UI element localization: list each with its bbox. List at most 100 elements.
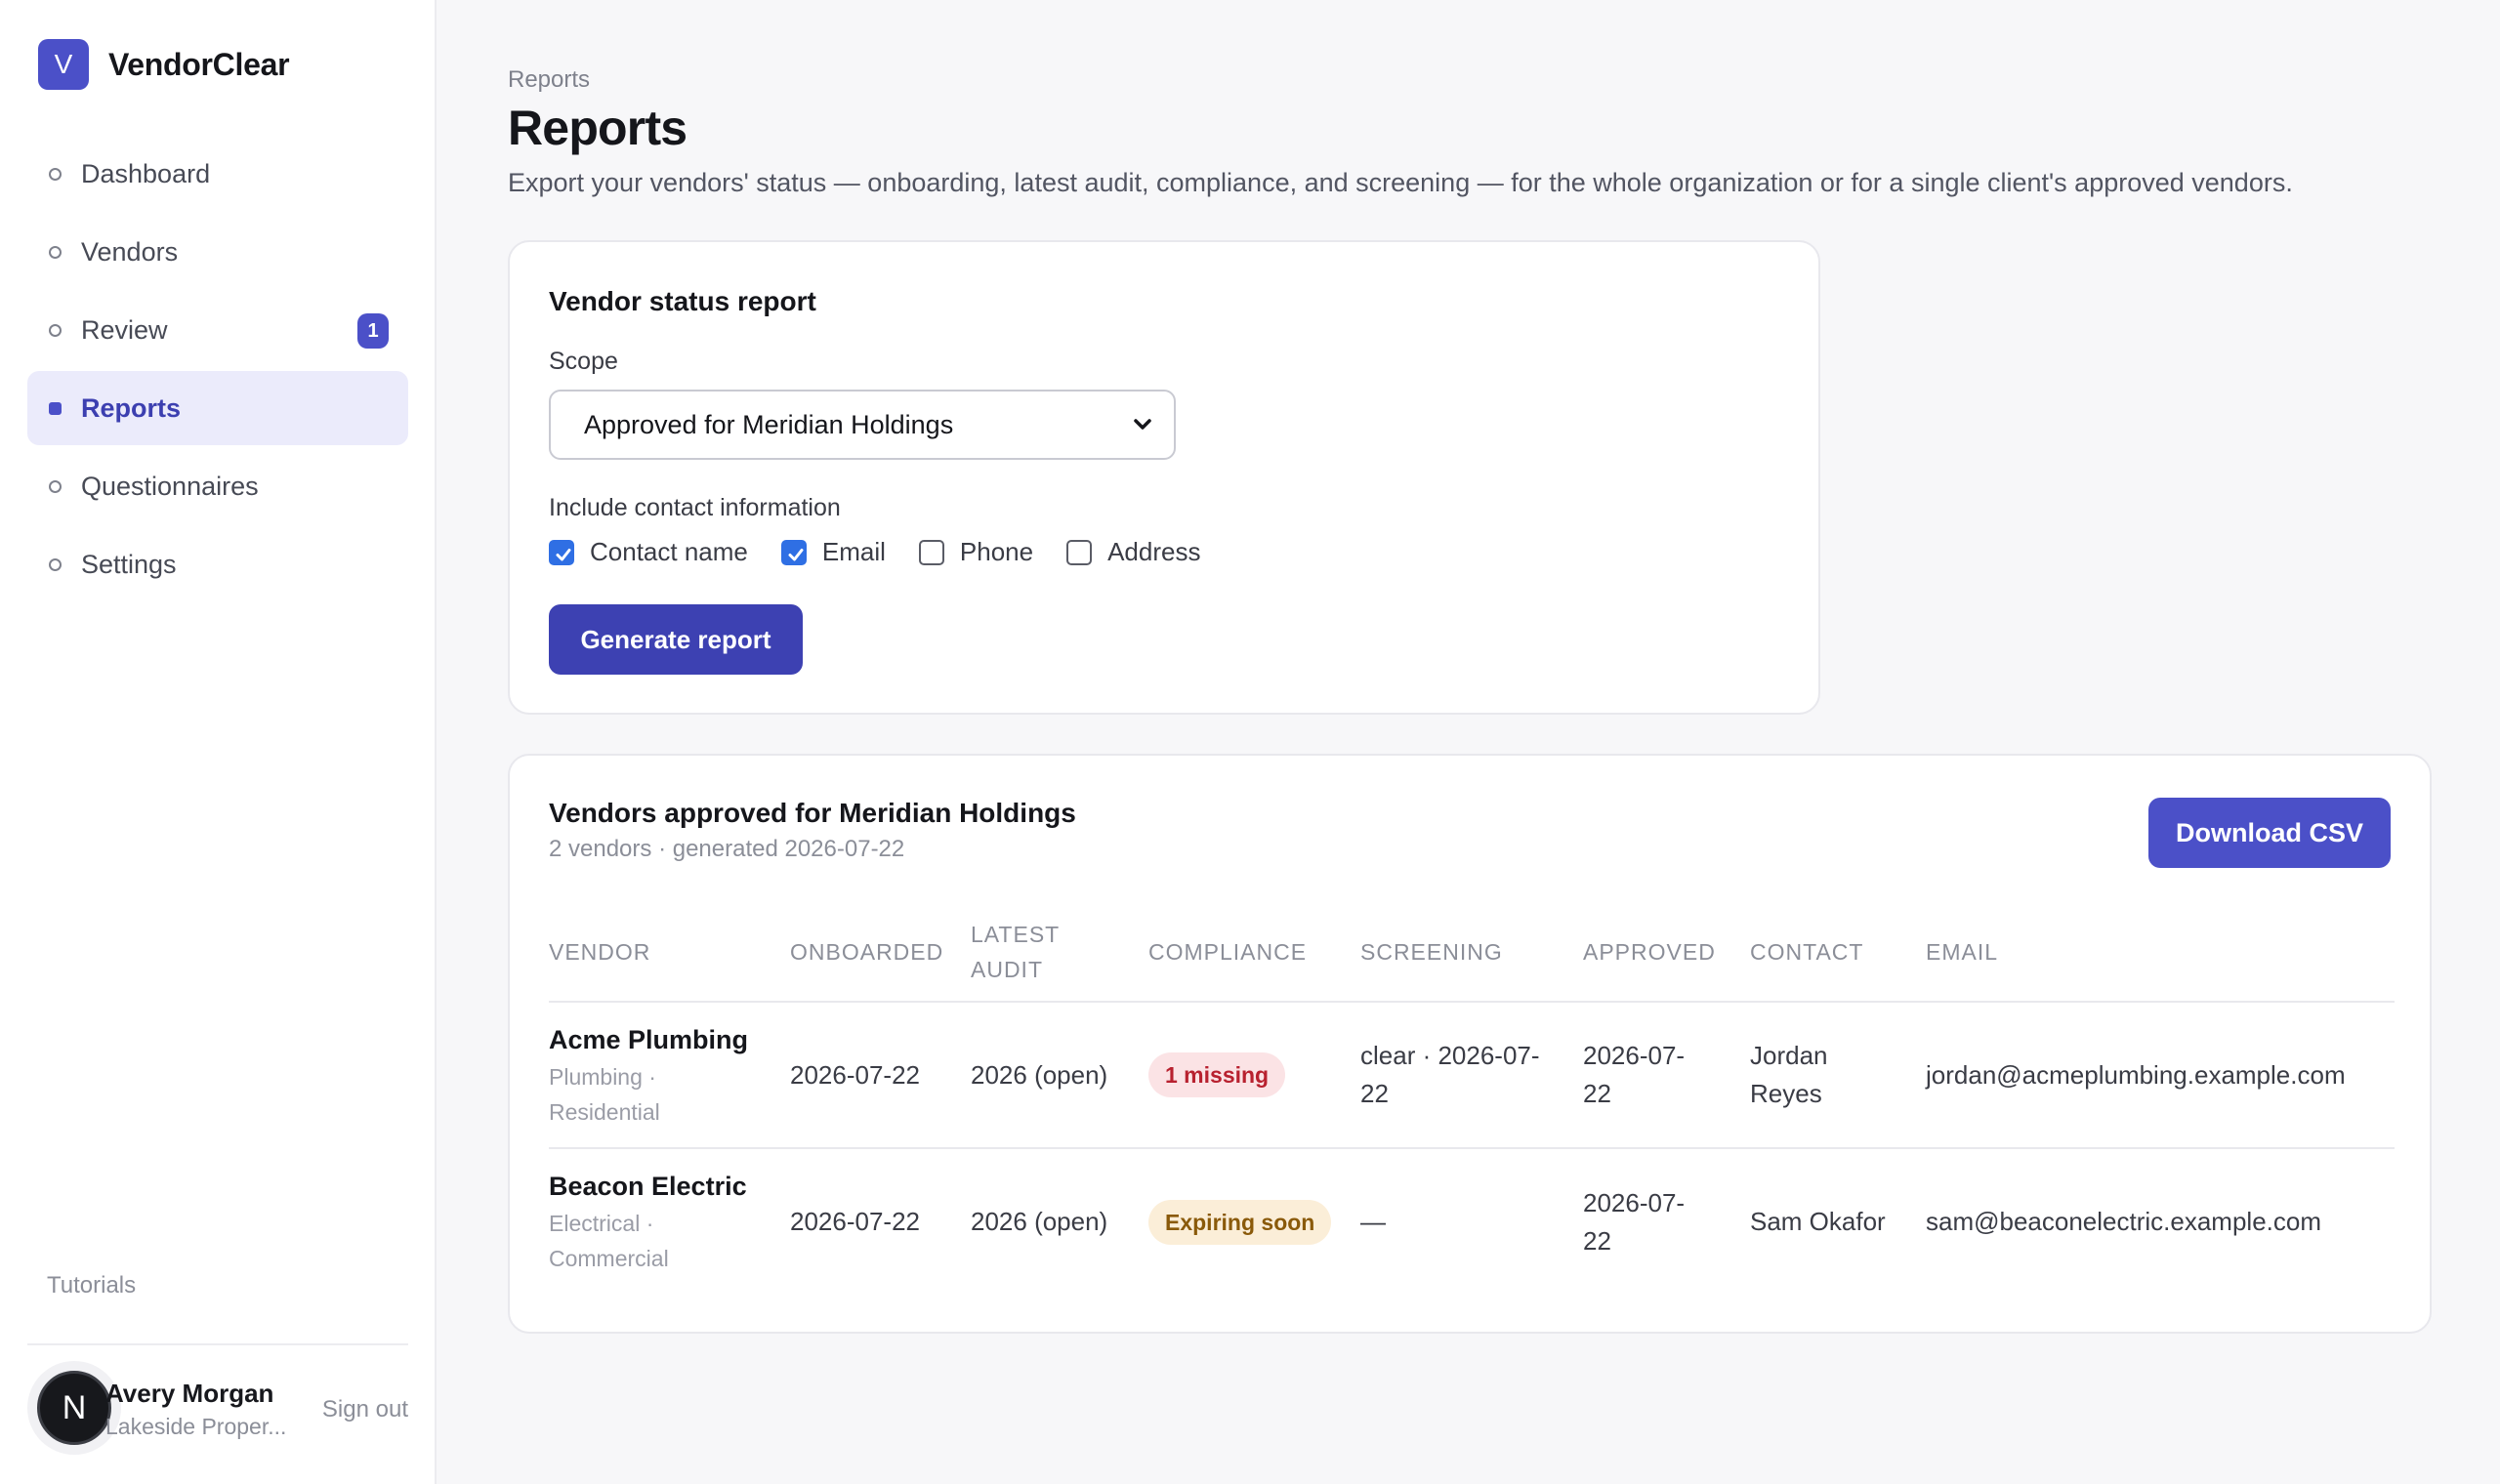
checkbox-address[interactable] (1066, 539, 1093, 565)
table-row: Acme Plumbing Plumbing · Residential 202… (549, 1002, 2395, 1149)
onboarded-cell: 2026-07-22 (790, 1002, 971, 1149)
sidebar-divider (27, 1343, 408, 1345)
generate-report-button[interactable]: Generate report (549, 604, 803, 675)
tutorials-link[interactable]: Tutorials (47, 1272, 136, 1299)
form-title: Vendor status report (549, 286, 816, 316)
checkbox-phone[interactable] (918, 539, 944, 565)
sidebar-item-label: Questionnaires (81, 471, 259, 501)
compliance-status-badge: Expiring soon (1148, 1199, 1332, 1245)
table-header-row: Vendor Onboarded Latest audit Compliance… (549, 902, 2395, 1003)
vendor-cell: Acme Plumbing Plumbing · Residential (549, 1002, 790, 1149)
sidebar-item-review[interactable]: Review 1 (27, 293, 408, 367)
results-title: Vendors approved for Meridian Holdings (549, 798, 1076, 828)
user-name: Avery Morgan (105, 1379, 274, 1408)
column-header-compliance: Compliance (1148, 902, 1360, 1003)
nav-dot-icon (49, 557, 62, 571)
nav-dot-icon (49, 245, 62, 259)
sidebar: V VendorClear Dashboard Vendors Review 1… (0, 0, 437, 1484)
email-cell: jordan@acmeplumbing.example.com (1926, 1002, 2395, 1149)
option-phone[interactable]: Phone (918, 537, 1034, 567)
option-contact-name[interactable]: Contact name (549, 537, 748, 567)
screening-value: — (1360, 1207, 1386, 1236)
column-header-approved: Approved (1583, 902, 1750, 1003)
sidebar-item-label: Vendors (81, 236, 179, 267)
sidebar-item-questionnaires[interactable]: Questionnaires (27, 449, 408, 523)
scope-label: Scope (549, 348, 618, 375)
option-email[interactable]: Email (780, 537, 886, 567)
nav-dot-icon (49, 167, 62, 181)
nav-dot-icon (49, 479, 62, 493)
brand-logo-icon: V (38, 39, 89, 90)
compliance-status-badge: 1 missing (1148, 1052, 1286, 1097)
page-subtitle: Export your vendors' status — onboarding… (508, 168, 2293, 197)
breadcrumb[interactable]: Reports (508, 66, 590, 94)
audit-cell: 2026 (open) (971, 1207, 1108, 1236)
sidebar-item-dashboard[interactable]: Dashboard (27, 137, 408, 211)
column-header-email: Email (1926, 902, 2395, 1003)
checkmark-icon (788, 548, 804, 560)
brand[interactable]: V VendorClear (38, 39, 290, 90)
column-header-onboarded: Onboarded (790, 902, 971, 1003)
column-header-screening: Screening (1360, 902, 1583, 1003)
contact-cell: Sam Okafor (1750, 1148, 1926, 1295)
option-address[interactable]: Address (1066, 537, 1200, 567)
sidebar-item-label: Dashboard (81, 158, 211, 188)
approved-cell: 2026-07-22 (1583, 1148, 1750, 1295)
checkmark-icon (556, 548, 571, 560)
sidebar-nav: Dashboard Vendors Review 1 Reports Quest… (27, 137, 408, 605)
vendor-cell: Beacon Electric Electrical · Commercial (549, 1148, 790, 1295)
audit-cell: 2026 (open) (971, 1002, 1148, 1149)
contact-info-label: Include contact information (549, 494, 841, 521)
scope-select[interactable]: Approved for Meridian Holdings (549, 390, 1176, 460)
onboarded-cell: 2026-07-22 (790, 1207, 920, 1236)
approved-value: 2026-07-22 (1583, 1187, 1686, 1256)
checkbox-contact-name[interactable] (549, 539, 574, 565)
results-meta: 2 vendors · generated 2026-07-22 (549, 836, 905, 862)
approved-cell: 2026-07-22 (1583, 1002, 1750, 1149)
brand-name: VendorClear (108, 46, 290, 82)
compliance-cell: Expiring soon (1148, 1148, 1360, 1295)
results-table: Vendor Onboarded Latest audit Compliance… (549, 902, 2395, 1295)
table-row: Beacon Electric Electrical · Commercial … (549, 1148, 2395, 1295)
sidebar-item-label: Review (81, 314, 168, 345)
contact-options: Contact name Email Phone Address (549, 537, 1233, 567)
screening-value: clear · 2026-07-22 (1360, 1041, 1540, 1108)
vendor-name[interactable]: Beacon Electric (549, 1168, 778, 1206)
avatar[interactable]: N (37, 1371, 111, 1445)
screening-cell: clear · 2026-07-22 (1360, 1002, 1583, 1149)
results-card: Vendors approved for Meridian Holdings 2… (508, 754, 2432, 1334)
email-cell: sam@beaconelectric.example.com (1926, 1207, 2322, 1236)
compliance-cell: 1 missing (1148, 1002, 1360, 1149)
sidebar-item-reports[interactable]: Reports (27, 371, 408, 445)
review-count-badge: 1 (357, 313, 389, 349)
report-form-card: Vendor status report Scope Approved for … (508, 240, 1820, 715)
user-panel: N Avery Morgan Lakeside Proper... Sign o… (27, 1357, 408, 1464)
sidebar-item-label: Settings (81, 549, 177, 579)
page-title: Reports (508, 101, 688, 155)
sidebar-item-settings[interactable]: Settings (27, 527, 408, 601)
sidebar-item-vendors[interactable]: Vendors (27, 215, 408, 289)
vendor-category: Electrical · Commercial (549, 1211, 669, 1271)
nav-dot-icon (49, 323, 62, 337)
nav-dot-icon (49, 401, 62, 415)
option-label: Contact name (590, 537, 748, 566)
sidebar-item-label: Reports (81, 392, 182, 423)
screening-cell: — (1360, 1148, 1583, 1295)
vendor-name[interactable]: Acme Plumbing (549, 1021, 778, 1059)
column-header-latest-audit: Latest audit (971, 902, 1148, 1003)
chevron-down-icon (1134, 419, 1151, 430)
sign-out-link[interactable]: Sign out (322, 1396, 408, 1423)
download-csv-button[interactable]: Download CSV (2148, 798, 2391, 868)
contact-value: Sam Okafor (1750, 1207, 1886, 1236)
option-label: Email (821, 537, 886, 566)
approved-value: 2026-07-22 (1583, 1041, 1686, 1108)
column-header-contact: Contact (1750, 902, 1926, 1003)
option-label: Phone (959, 537, 1034, 566)
contact-cell: Jordan Reyes (1750, 1002, 1926, 1149)
scope-select-value: Approved for Meridian Holdings (584, 409, 954, 439)
contact-value: Jordan Reyes (1750, 1041, 1828, 1108)
user-organization: Lakeside Proper... (105, 1414, 287, 1439)
vendor-category: Plumbing · Residential (549, 1063, 660, 1125)
checkbox-email[interactable] (780, 539, 807, 565)
column-header-vendor: Vendor (549, 902, 790, 1003)
